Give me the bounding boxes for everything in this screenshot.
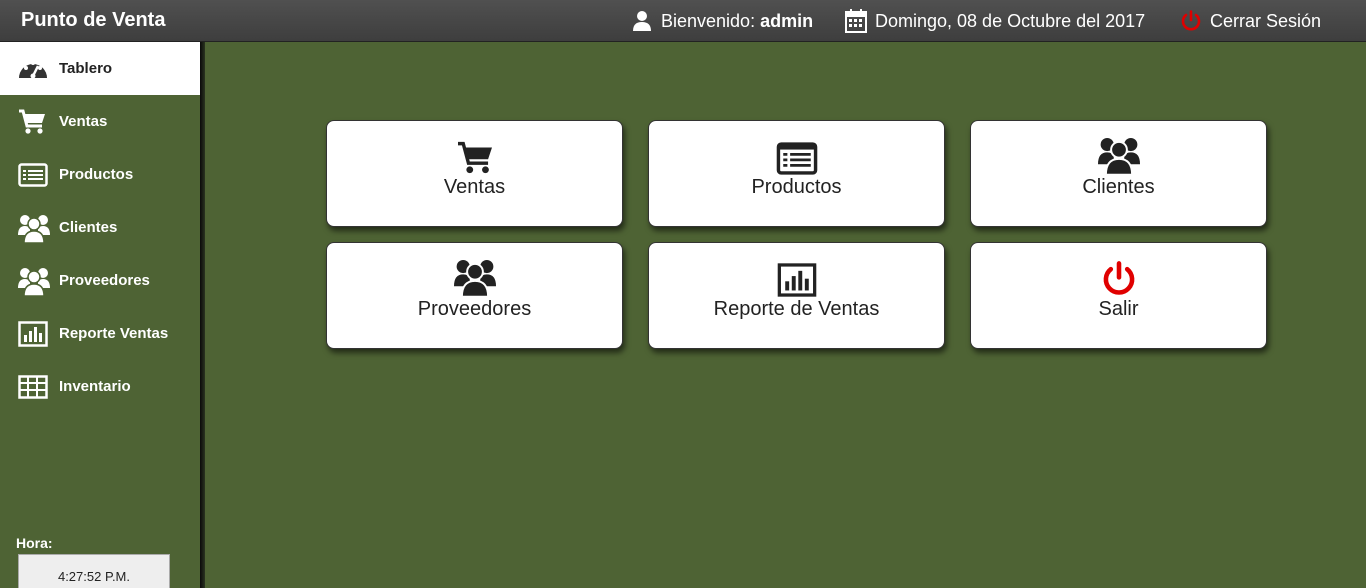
user-icon (633, 11, 651, 31)
sidebar-item-label: Proveedores (59, 272, 150, 289)
user-welcome: Bienvenido: admin (631, 8, 813, 34)
tile-clientes[interactable]: Clientes (970, 120, 1267, 227)
table-icon (18, 374, 48, 399)
logout-label: Cerrar Sesión (1210, 10, 1322, 31)
app-title: Punto de Venta (21, 9, 166, 31)
sidebar-item-label: Productos (59, 166, 134, 183)
users-icon (18, 214, 50, 243)
tile-reporte-ventas[interactable]: Reporte de Ventas (648, 242, 945, 349)
users-icon (1097, 137, 1140, 175)
date-text: Domingo, 08 de Octubre del 2017 (875, 10, 1146, 31)
sidebar-item-proveedores[interactable]: Proveedores (0, 254, 200, 307)
sidebar-item-ventas[interactable]: Ventas (0, 95, 200, 148)
sidebar-item-reporte-ventas[interactable]: Reporte Ventas (0, 307, 200, 360)
sidebar-item-productos[interactable]: Productos (0, 148, 200, 201)
top-bar: Punto de Venta Bienvenido: admin Domingo… (0, 0, 1366, 42)
sidebar-item-tablero[interactable]: Tablero (0, 42, 200, 95)
sidebar-item-label: Tablero (59, 60, 113, 77)
calendar-icon (845, 9, 867, 33)
list-icon (776, 142, 817, 175)
power-icon (1181, 10, 1201, 31)
sidebar-item-label: Clientes (59, 219, 118, 236)
welcome-label: Bienvenido: (661, 10, 756, 31)
dashboard-icon (19, 60, 47, 78)
tile-salir[interactable]: Salir (970, 242, 1267, 349)
sidebar-item-clientes[interactable]: Clientes (0, 201, 200, 254)
tile-label: Ventas (443, 176, 506, 198)
tile-label: Proveedores (417, 298, 532, 320)
power-icon (1103, 261, 1134, 295)
cart-icon (19, 109, 45, 134)
tile-label: Reporte de Ventas (713, 298, 880, 320)
clock-display: 4:27:52 P.M. (18, 554, 170, 588)
tile-label: Salir (1098, 298, 1139, 320)
current-date: Domingo, 08 de Octubre del 2017 (845, 8, 1145, 34)
users-icon (18, 267, 50, 296)
bar-chart-icon (18, 320, 48, 347)
tile-ventas[interactable]: Ventas (326, 120, 623, 227)
tile-productos[interactable]: Productos (648, 120, 945, 227)
sidebar-item-label: Reporte Ventas (59, 325, 169, 342)
bar-chart-icon (777, 263, 816, 297)
username: admin (760, 10, 814, 31)
sidebar-item-label: Ventas (59, 113, 108, 130)
logout-button[interactable]: Cerrar Sesión (1180, 8, 1321, 34)
sidebar: Tablero Ventas Productos Clientes Provee… (0, 42, 200, 588)
cart-icon (457, 141, 492, 174)
list-icon (18, 162, 48, 187)
tile-label: Clientes (1082, 176, 1155, 198)
sidebar-item-label: Inventario (59, 378, 131, 395)
time-label: Hora: (16, 535, 53, 551)
sidebar-divider (200, 42, 205, 588)
users-icon (453, 259, 496, 297)
tile-proveedores[interactable]: Proveedores (326, 242, 623, 349)
tile-label: Productos (751, 176, 842, 198)
sidebar-item-inventario[interactable]: Inventario (0, 360, 200, 413)
